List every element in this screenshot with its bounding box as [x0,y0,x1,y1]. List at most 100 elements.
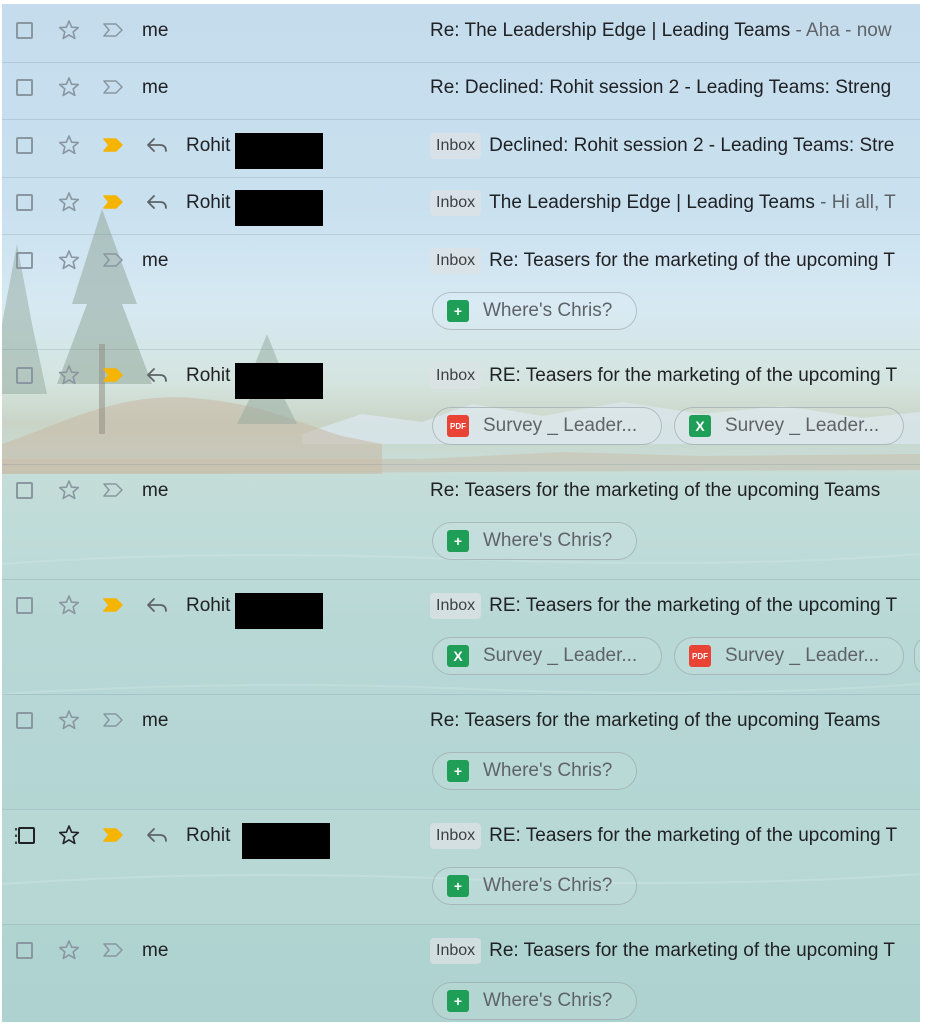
subject-line[interactable]: Re: Teasers for the marketing of the upc… [430,478,920,504]
reply-icon[interactable] [146,596,168,614]
important-marker-icon[interactable] [102,712,124,728]
attachment-chip[interactable]: X Survey _ Leader... [432,637,662,675]
attachment-name: Survey _ Leader... [725,645,880,666]
email-row[interactable]: Rohit Inbox The Leadership Edge | Leading … [2,176,920,235]
important-marker-icon[interactable] [102,22,124,38]
star-icon[interactable] [58,364,80,386]
email-row[interactable]: me Re: Teasers for the marketing of the u… [2,464,920,580]
attachment-chip[interactable]: + Where's Chris? [432,982,637,1020]
attachment-name: Survey _ Leader... [483,645,638,666]
star-icon[interactable] [58,134,80,156]
email-row[interactable]: me Re: Declined: Rohit session 2 - Leadin… [2,61,920,120]
checkbox-icon[interactable] [18,827,35,844]
sender-name: Rohit [186,825,231,846]
checkbox-icon[interactable] [16,712,33,729]
attachment-chip-overflow[interactable] [914,637,920,675]
attachment-chip[interactable]: PDF Survey _ Leader... [432,407,662,445]
email-row[interactable]: me Inbox Re: Teasers for the marketing of … [2,234,920,350]
important-marker-icon[interactable] [102,942,124,958]
email-subject: Re: Teasers for the marketing of the upc… [489,940,896,961]
reply-icon[interactable] [146,136,168,154]
inbox-label-badge[interactable]: Inbox [430,823,482,849]
inbox-label-badge[interactable]: Inbox [430,363,482,389]
checkbox-icon[interactable] [16,942,33,959]
checkbox-icon[interactable] [16,252,33,269]
star-icon[interactable] [58,824,80,846]
email-row[interactable]: Rohit Inbox Declined: Rohit session 2 - Le… [2,119,920,178]
important-marker-icon[interactable] [102,827,124,843]
important-marker-icon[interactable] [102,137,124,153]
email-subject: Re: Teasers for the marketing of the upc… [489,250,896,271]
email-row[interactable]: ⋮ Rohit Inbox RE: Teasers for the marketing… [2,809,920,925]
email-row[interactable]: me Inbox Re: Teasers for the marketing of … [2,924,920,1022]
inbox-label-badge[interactable]: Inbox [430,593,482,619]
redaction-box [235,593,323,629]
star-icon[interactable] [58,594,80,616]
star-icon[interactable] [58,76,80,98]
sender-name: me [142,20,169,41]
sender-name: Rohit [186,365,231,386]
email-subject: Re: Teasers for the marketing of the upc… [430,710,881,731]
subject-line[interactable]: Inbox Re: Teasers for the marketing of th… [430,938,920,964]
subject-line[interactable]: Inbox The Leadership Edge | Leading Teams… [430,190,920,216]
attachment-chip[interactable]: PDF Survey _ Leader... [674,637,904,675]
important-marker-icon[interactable] [102,482,124,498]
inbox-label-badge[interactable]: Inbox [430,133,482,159]
subject-line[interactable]: Re: Teasers for the marketing of the upc… [430,708,920,734]
reply-icon[interactable] [146,193,168,211]
email-row[interactable]: Rohit Inbox RE: Teasers for the marketing … [2,579,920,695]
email-row[interactable]: Rohit Inbox RE: Teasers for the marketing … [2,349,920,465]
redaction-box [242,823,330,859]
redaction-box [235,133,323,169]
inbox-label-badge[interactable]: Inbox [430,938,482,964]
email-row[interactable]: me Re: The Leadership Edge | Leading Team… [2,4,920,63]
subject-line[interactable]: Re: The Leadership Edge | Leading Teams … [430,18,920,44]
gmail-thread-list-frame: me Re: The Leadership Edge | Leading Team… [2,4,920,1022]
inbox-label-badge[interactable]: Inbox [430,248,482,274]
sender-name: me [142,250,169,271]
star-icon[interactable] [58,191,80,213]
drag-handle-icon[interactable]: ⋮ [6,826,26,846]
star-icon[interactable] [58,249,80,271]
sheets-icon: + [447,875,469,897]
subject-line[interactable]: Inbox RE: Teasers for the marketing of th… [430,823,920,849]
sheets-icon: + [447,760,469,782]
reply-icon[interactable] [146,826,168,844]
subject-line[interactable]: Inbox RE: Teasers for the marketing of th… [430,363,920,389]
subject-line[interactable]: Inbox Re: Teasers for the marketing of th… [430,248,920,274]
important-marker-icon[interactable] [102,79,124,95]
important-marker-icon[interactable] [102,367,124,383]
subject-line[interactable]: Re: Declined: Rohit session 2 - Leading … [430,75,920,101]
subject-line[interactable]: Inbox RE: Teasers for the marketing of th… [430,593,920,619]
checkbox-icon[interactable] [16,22,33,39]
attachment-chip[interactable]: + Where's Chris? [432,292,637,330]
star-icon[interactable] [58,479,80,501]
inbox-label-badge[interactable]: Inbox [430,190,482,216]
important-marker-icon[interactable] [102,597,124,613]
important-marker-icon[interactable] [102,194,124,210]
subject-line[interactable]: Inbox Declined: Rohit session 2 - Leading… [430,133,920,159]
attachment-chip[interactable]: + Where's Chris? [432,867,637,905]
checkbox-icon[interactable] [16,597,33,614]
sheets-icon: + [447,990,469,1012]
reply-icon[interactable] [146,366,168,384]
checkbox-icon[interactable] [16,367,33,384]
star-icon[interactable] [58,709,80,731]
checkbox-icon[interactable] [16,79,33,96]
star-icon[interactable] [58,19,80,41]
checkbox-icon[interactable] [16,482,33,499]
email-subject: Re: The Leadership Edge | Leading Teams [430,20,791,41]
attachment-name: Where's Chris? [483,530,613,551]
checkbox-icon[interactable] [16,194,33,211]
attachment-chip[interactable]: + Where's Chris? [432,752,637,790]
redaction-box [235,190,323,226]
email-subject: Declined: Rohit session 2 - Leading Team… [489,135,895,156]
sender-name: me [142,710,169,731]
important-marker-icon[interactable] [102,252,124,268]
checkbox-icon[interactable] [16,137,33,154]
attachment-chip[interactable]: + Where's Chris? [432,522,637,560]
star-icon[interactable] [58,939,80,961]
attachment-chip[interactable]: X Survey _ Leader... [674,407,904,445]
email-row[interactable]: me Re: Teasers for the marketing of the u… [2,694,920,810]
email-subject: RE: Teasers for the marketing of the upc… [489,595,898,616]
